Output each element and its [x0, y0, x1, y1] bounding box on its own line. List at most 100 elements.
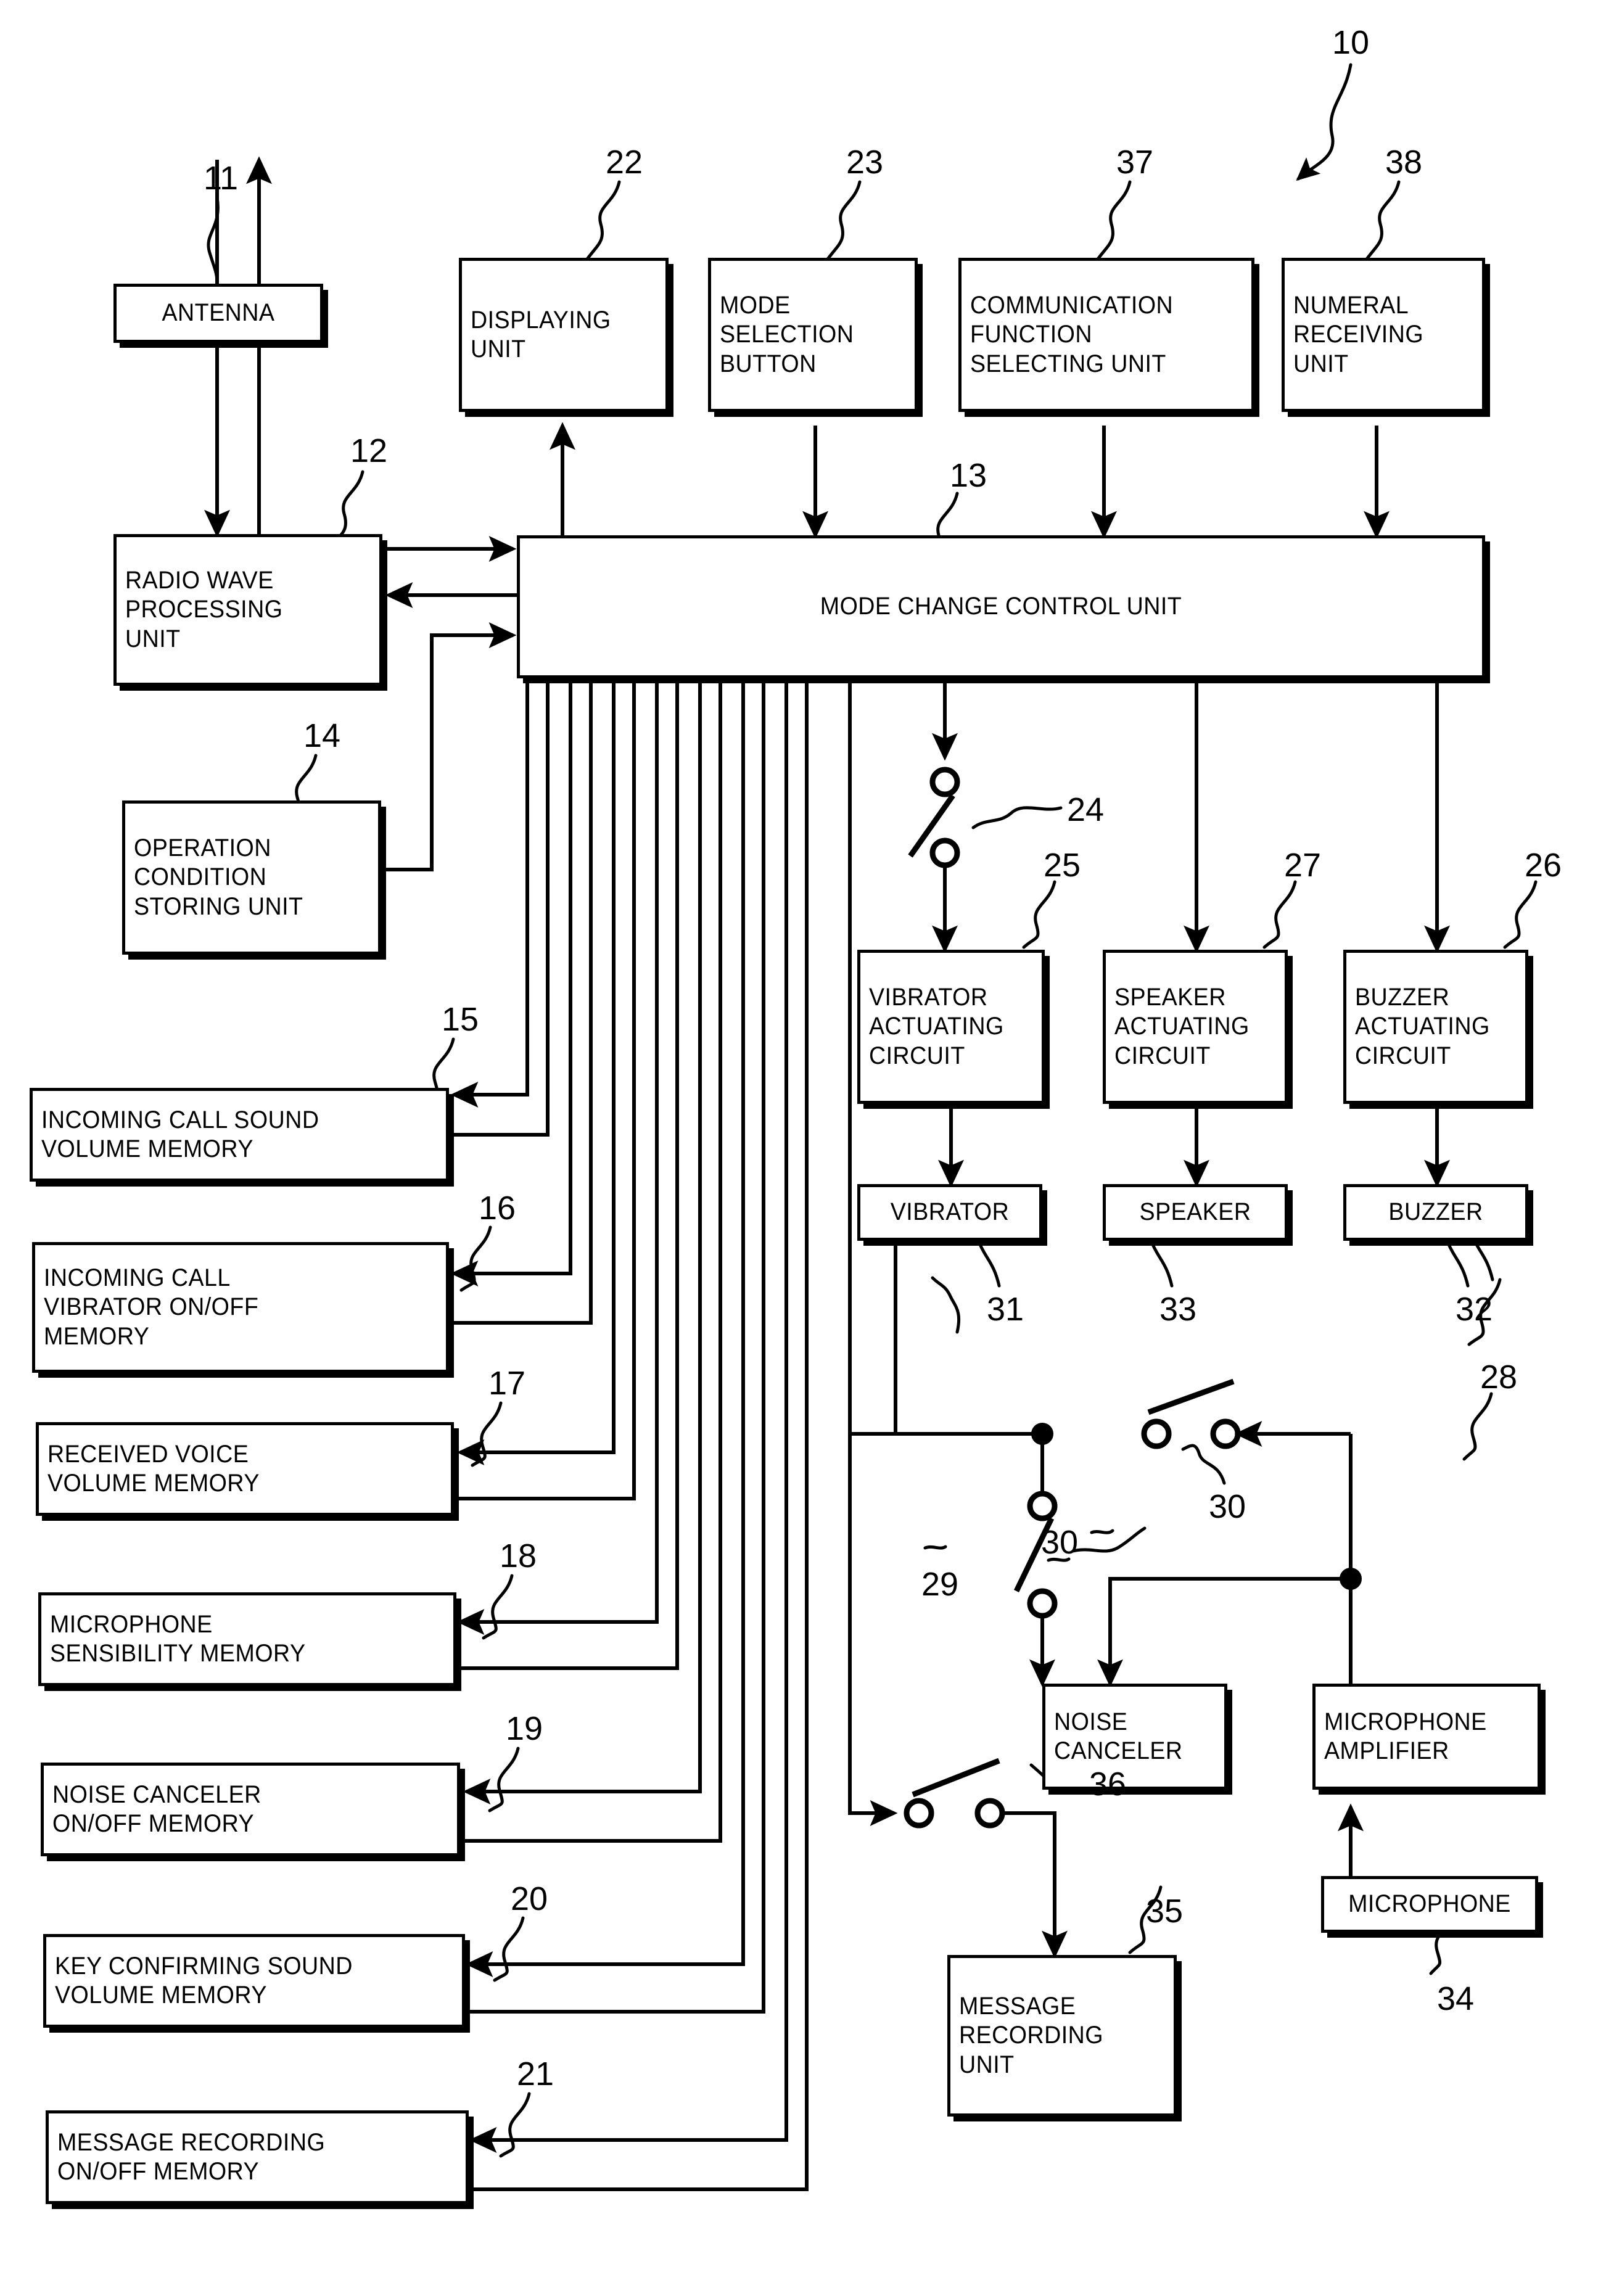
block-m16-line-3: MEMORY — [44, 1322, 150, 1350]
block-m19-line-1: NOISE CANCELER — [52, 1780, 261, 1808]
block-microphone[interactable]: MICROPHONE — [1321, 1876, 1538, 1933]
ref-numeral-28: 28 — [1480, 1359, 1518, 1396]
ref-numeral-12: 12 — [350, 432, 388, 469]
block-opcond-line-1: OPERATION — [134, 834, 271, 862]
ref-numeral-18: 18 — [500, 1537, 537, 1574]
block-radio-wave-processing-unit[interactable]: RADIO WAVE PROCESSING UNIT — [113, 534, 382, 686]
ref-numeral-32: 32 — [1456, 1291, 1493, 1328]
block-mru-line-2: RECORDING — [959, 2022, 1104, 2049]
block-nc-line-2: CANCELER — [1054, 1737, 1183, 1764]
ref-numeral-24: 24 — [1067, 791, 1105, 828]
block-m21-line-2: ON/OFF MEMORY — [57, 2158, 260, 2185]
ref-numeral-13: 13 — [950, 457, 987, 494]
block-m18-line-2: SENSIBILITY MEMORY — [50, 1640, 306, 1667]
block-speaker[interactable]: SPEAKER — [1103, 1184, 1288, 1241]
block-microphone-label: MICROPHONE — [1348, 1890, 1511, 1918]
block-buzzer[interactable]: BUZZER — [1343, 1184, 1528, 1241]
block-buzc-line-2: ACTUATING — [1355, 1013, 1490, 1040]
block-vibrator-actuating-circuit[interactable]: VIBRATOR ACTUATING CIRCUIT — [857, 950, 1045, 1104]
block-spkc-line-2: ACTUATING — [1114, 1013, 1250, 1040]
block-m19-line-2: ON/OFF MEMORY — [52, 1810, 255, 1837]
block-numeral-line-3: UNIT — [1293, 350, 1349, 377]
block-display-line-1: DISPLAYING — [471, 306, 611, 334]
block-vibc-line-1: VIBRATOR — [869, 984, 988, 1011]
ref-numeral-11: 11 — [204, 160, 239, 197]
ref-numeral-17: 17 — [488, 1365, 526, 1402]
block-opcond-line-3: STORING UNIT — [134, 892, 303, 920]
block-mode-button-line-1: MODE — [720, 292, 791, 319]
ref-numeral-26: 26 — [1525, 847, 1562, 884]
ref-numeral-31: 31 — [987, 1291, 1024, 1328]
ref-numeral-37: 37 — [1116, 144, 1154, 181]
ref-numeral-36: 36 — [1089, 1766, 1127, 1803]
block-mode-selection-button[interactable]: MODE SELECTION BUTTON — [708, 258, 918, 412]
block-buzc-line-3: CIRCUIT — [1355, 1042, 1451, 1069]
block-microphone-sensibility-memory[interactable]: MICROPHONE SENSIBILITY MEMORY — [38, 1592, 456, 1686]
block-incoming-call-vibrator-onoff-memory[interactable]: INCOMING CALL VIBRATOR ON/OFF MEMORY — [32, 1242, 449, 1373]
ref-numeral-20: 20 — [511, 1880, 548, 1917]
ref-numeral-25: 25 — [1044, 847, 1081, 884]
block-mode-control-label: MODE CHANGE CONTROL UNIT — [820, 593, 1182, 620]
ref-numeral-38: 38 — [1385, 144, 1423, 181]
ref-numeral-23: 23 — [846, 144, 884, 181]
block-radio-wave-line-2: PROCESSING — [125, 596, 283, 623]
block-received-voice-volume-memory[interactable]: RECEIVED VOICE VOLUME MEMORY — [36, 1422, 454, 1516]
ref-numeral-15: 15 — [442, 1001, 479, 1038]
block-buzzer-actuating-circuit[interactable]: BUZZER ACTUATING CIRCUIT — [1343, 950, 1528, 1104]
block-m16-line-1: INCOMING CALL — [44, 1264, 231, 1292]
block-speaker-actuating-circuit[interactable]: SPEAKER ACTUATING CIRCUIT — [1103, 950, 1288, 1104]
ref-numeral-19: 19 — [506, 1710, 543, 1747]
block-mru-line-3: UNIT — [959, 2051, 1015, 2078]
block-comm-line-1: COMMUNICATION — [970, 292, 1174, 319]
block-mode-button-line-2: SELECTION — [720, 321, 854, 348]
block-noise-canceler[interactable]: NOISE CANCELER — [1042, 1684, 1227, 1790]
block-incoming-call-sound-volume-memory[interactable]: INCOMING CALL SOUND VOLUME MEMORY — [30, 1088, 449, 1182]
block-speaker-label: SPEAKER — [1139, 1198, 1251, 1226]
block-buzc-line-1: BUZZER — [1355, 984, 1450, 1011]
block-micamp-line-1: MICROPHONE — [1324, 1708, 1487, 1735]
ref-numeral-29: 29 — [921, 1566, 959, 1603]
block-message-recording-unit[interactable]: MESSAGE RECORDING UNIT — [947, 1955, 1177, 2117]
block-nc-line-1: NOISE — [1054, 1708, 1128, 1735]
block-vibc-line-3: CIRCUIT — [869, 1042, 965, 1069]
block-buzzer-label: BUZZER — [1388, 1198, 1483, 1226]
block-comm-line-2: FUNCTION — [970, 321, 1093, 348]
block-message-recording-onoff-memory[interactable]: MESSAGE RECORDING ON/OFF MEMORY — [46, 2110, 469, 2204]
block-communication-function-selecting-unit[interactable]: COMMUNICATION FUNCTION SELECTING UNIT — [958, 258, 1254, 412]
block-micamp-line-2: AMPLIFIER — [1324, 1737, 1449, 1764]
block-m17-line-1: RECEIVED VOICE — [47, 1440, 249, 1468]
ref-numeral-30-upper: 30 — [1209, 1488, 1246, 1525]
ref-numeral-30-lower: 30 — [1041, 1524, 1079, 1561]
block-antenna-label: ANTENNA — [162, 299, 275, 327]
block-numeral-line-2: RECEIVING — [1293, 321, 1424, 348]
block-noise-canceler-onoff-memory[interactable]: NOISE CANCELER ON/OFF MEMORY — [41, 1763, 460, 1856]
block-key-confirming-sound-volume-memory[interactable]: KEY CONFIRMING SOUND VOLUME MEMORY — [43, 1934, 465, 2028]
block-radio-wave-line-1: RADIO WAVE — [125, 567, 274, 595]
block-antenna[interactable]: ANTENNA — [113, 284, 323, 343]
block-m16-line-2: VIBRATOR ON/OFF — [44, 1293, 259, 1321]
block-comm-line-3: SELECTING UNIT — [970, 350, 1166, 377]
ref-numeral-35: 35 — [1146, 1893, 1184, 1930]
ref-numeral-27: 27 — [1284, 847, 1322, 884]
ref-numeral-21: 21 — [517, 2055, 554, 2092]
block-operation-condition-storing-unit[interactable]: OPERATION CONDITION STORING UNIT — [122, 800, 381, 955]
block-microphone-amplifier[interactable]: MICROPHONE AMPLIFIER — [1312, 1684, 1541, 1790]
ref-numeral-16: 16 — [479, 1190, 516, 1227]
block-displaying-unit[interactable]: DISPLAYING UNIT — [459, 258, 669, 412]
block-opcond-line-2: CONDITION — [134, 863, 267, 891]
ref-numeral-10: 10 — [1332, 24, 1370, 61]
block-spkc-line-3: CIRCUIT — [1114, 1042, 1211, 1069]
block-m18-line-1: MICROPHONE — [50, 1610, 213, 1638]
block-numeral-receiving-unit[interactable]: NUMERAL RECEIVING UNIT — [1282, 258, 1485, 412]
block-spkc-line-1: SPEAKER — [1114, 984, 1226, 1011]
ref-numeral-22: 22 — [606, 144, 643, 181]
block-radio-wave-line-3: UNIT — [125, 625, 181, 652]
block-display-line-2: UNIT — [471, 335, 526, 363]
block-vibc-line-2: ACTUATING — [869, 1013, 1004, 1040]
block-m20-line-2: VOLUME MEMORY — [55, 1981, 267, 2009]
ref-numeral-33: 33 — [1159, 1291, 1197, 1328]
block-m20-line-1: KEY CONFIRMING SOUND — [55, 1952, 353, 1980]
block-m21-line-1: MESSAGE RECORDING — [57, 2128, 326, 2156]
block-vibrator[interactable]: VIBRATOR — [857, 1184, 1042, 1241]
block-mode-change-control-unit[interactable]: MODE CHANGE CONTROL UNIT — [517, 535, 1485, 678]
